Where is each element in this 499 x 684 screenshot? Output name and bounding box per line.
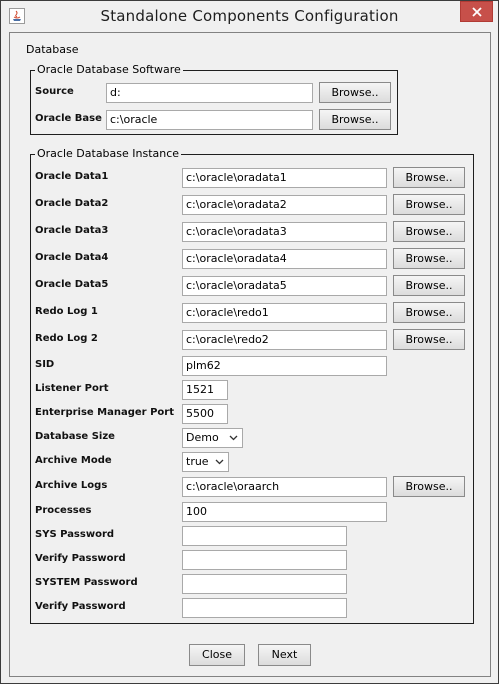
chevron-down-icon [229, 435, 238, 441]
database-size-select[interactable]: Demo [182, 428, 243, 448]
source-browse-button[interactable]: Browse.. [319, 82, 391, 103]
oracle-database-instance-legend: Oracle Database Instance [37, 147, 180, 160]
sid-field[interactable]: plm62 [182, 356, 387, 376]
archive-mode-value: true [186, 455, 209, 468]
archive-mode-select[interactable]: true [182, 452, 229, 472]
system-password-label: SYSTEM Password [35, 577, 138, 588]
archive-logs-label: Archive Logs [35, 480, 108, 491]
oracle-data4-browse-button[interactable]: Browse.. [393, 248, 465, 269]
archive-logs-browse-button[interactable]: Browse.. [393, 476, 465, 497]
dialog-content: Database Oracle Database Software Source… [9, 32, 491, 677]
listener-port-label: Listener Port [35, 383, 109, 394]
sys-password-label: SYS Password [35, 529, 115, 540]
sid-label: SID [35, 359, 55, 370]
redo-log-1-browse-button[interactable]: Browse.. [393, 302, 465, 323]
redo-log-1-label: Redo Log 1 [35, 306, 98, 317]
window-close-button[interactable] [460, 1, 493, 22]
sys-password-field[interactable] [182, 526, 347, 546]
oracle-data5-browse-button[interactable]: Browse.. [393, 275, 465, 296]
system-verify-password-label: Verify Password [35, 601, 126, 612]
oracle-data2-field[interactable]: c:\oracle\oradata2 [182, 195, 387, 215]
sys-verify-password-field[interactable] [182, 550, 347, 570]
system-verify-password-field[interactable] [182, 598, 347, 618]
oracle-data1-field[interactable]: c:\oracle\oradata1 [182, 168, 387, 188]
oracle-base-field[interactable]: c:\oracle [106, 110, 313, 130]
oracle-database-software-legend: Oracle Database Software [37, 63, 181, 76]
section-label-database: Database [26, 43, 79, 56]
oracle-data3-browse-button[interactable]: Browse.. [393, 221, 465, 242]
archive-logs-field[interactable]: c:\oracle\oraarch [182, 477, 387, 497]
redo-log-2-browse-button[interactable]: Browse.. [393, 329, 465, 350]
oracle-data5-field[interactable]: c:\oracle\oradata5 [182, 276, 387, 296]
oracle-data1-label: Oracle Data1 [35, 171, 109, 182]
oracle-data3-field[interactable]: c:\oracle\oradata3 [182, 222, 387, 242]
oracle-data4-label: Oracle Data4 [35, 252, 109, 263]
close-button[interactable]: Close [189, 644, 245, 666]
oracle-data3-label: Oracle Data3 [35, 225, 109, 236]
oracle-data4-field[interactable]: c:\oracle\oradata4 [182, 249, 387, 269]
enterprise-manager-port-label: Enterprise Manager Port [35, 407, 175, 418]
source-label: Source [35, 86, 74, 97]
system-password-field[interactable] [182, 574, 347, 594]
redo-log-2-field[interactable]: c:\oracle\redo2 [182, 330, 387, 350]
processes-label: Processes [35, 505, 92, 516]
database-size-value: Demo [186, 431, 219, 444]
oracle-data1-browse-button[interactable]: Browse.. [393, 167, 465, 188]
chevron-down-icon [215, 459, 224, 465]
oracle-data2-browse-button[interactable]: Browse.. [393, 194, 465, 215]
title-bar[interactable]: Standalone Components Configuration [1, 1, 498, 32]
configuration-window: Standalone Components Configuration Data… [0, 0, 499, 684]
database-size-label: Database Size [35, 431, 115, 442]
close-icon [472, 7, 482, 17]
next-button[interactable]: Next [258, 644, 311, 666]
listener-port-field[interactable]: 1521 [182, 380, 228, 400]
archive-mode-label: Archive Mode [35, 455, 112, 466]
oracle-base-label: Oracle Base [35, 113, 102, 124]
window-title: Standalone Components Configuration [100, 7, 399, 25]
redo-log-2-label: Redo Log 2 [35, 333, 98, 344]
enterprise-manager-port-field[interactable]: 5500 [182, 404, 228, 424]
processes-field[interactable]: 100 [182, 502, 387, 522]
source-field[interactable]: d: [106, 83, 313, 103]
redo-log-1-field[interactable]: c:\oracle\redo1 [182, 303, 387, 323]
oracle-data2-label: Oracle Data2 [35, 198, 109, 209]
oracle-data5-label: Oracle Data5 [35, 279, 109, 290]
sys-verify-password-label: Verify Password [35, 553, 126, 564]
oracle-base-browse-button[interactable]: Browse.. [319, 109, 391, 130]
